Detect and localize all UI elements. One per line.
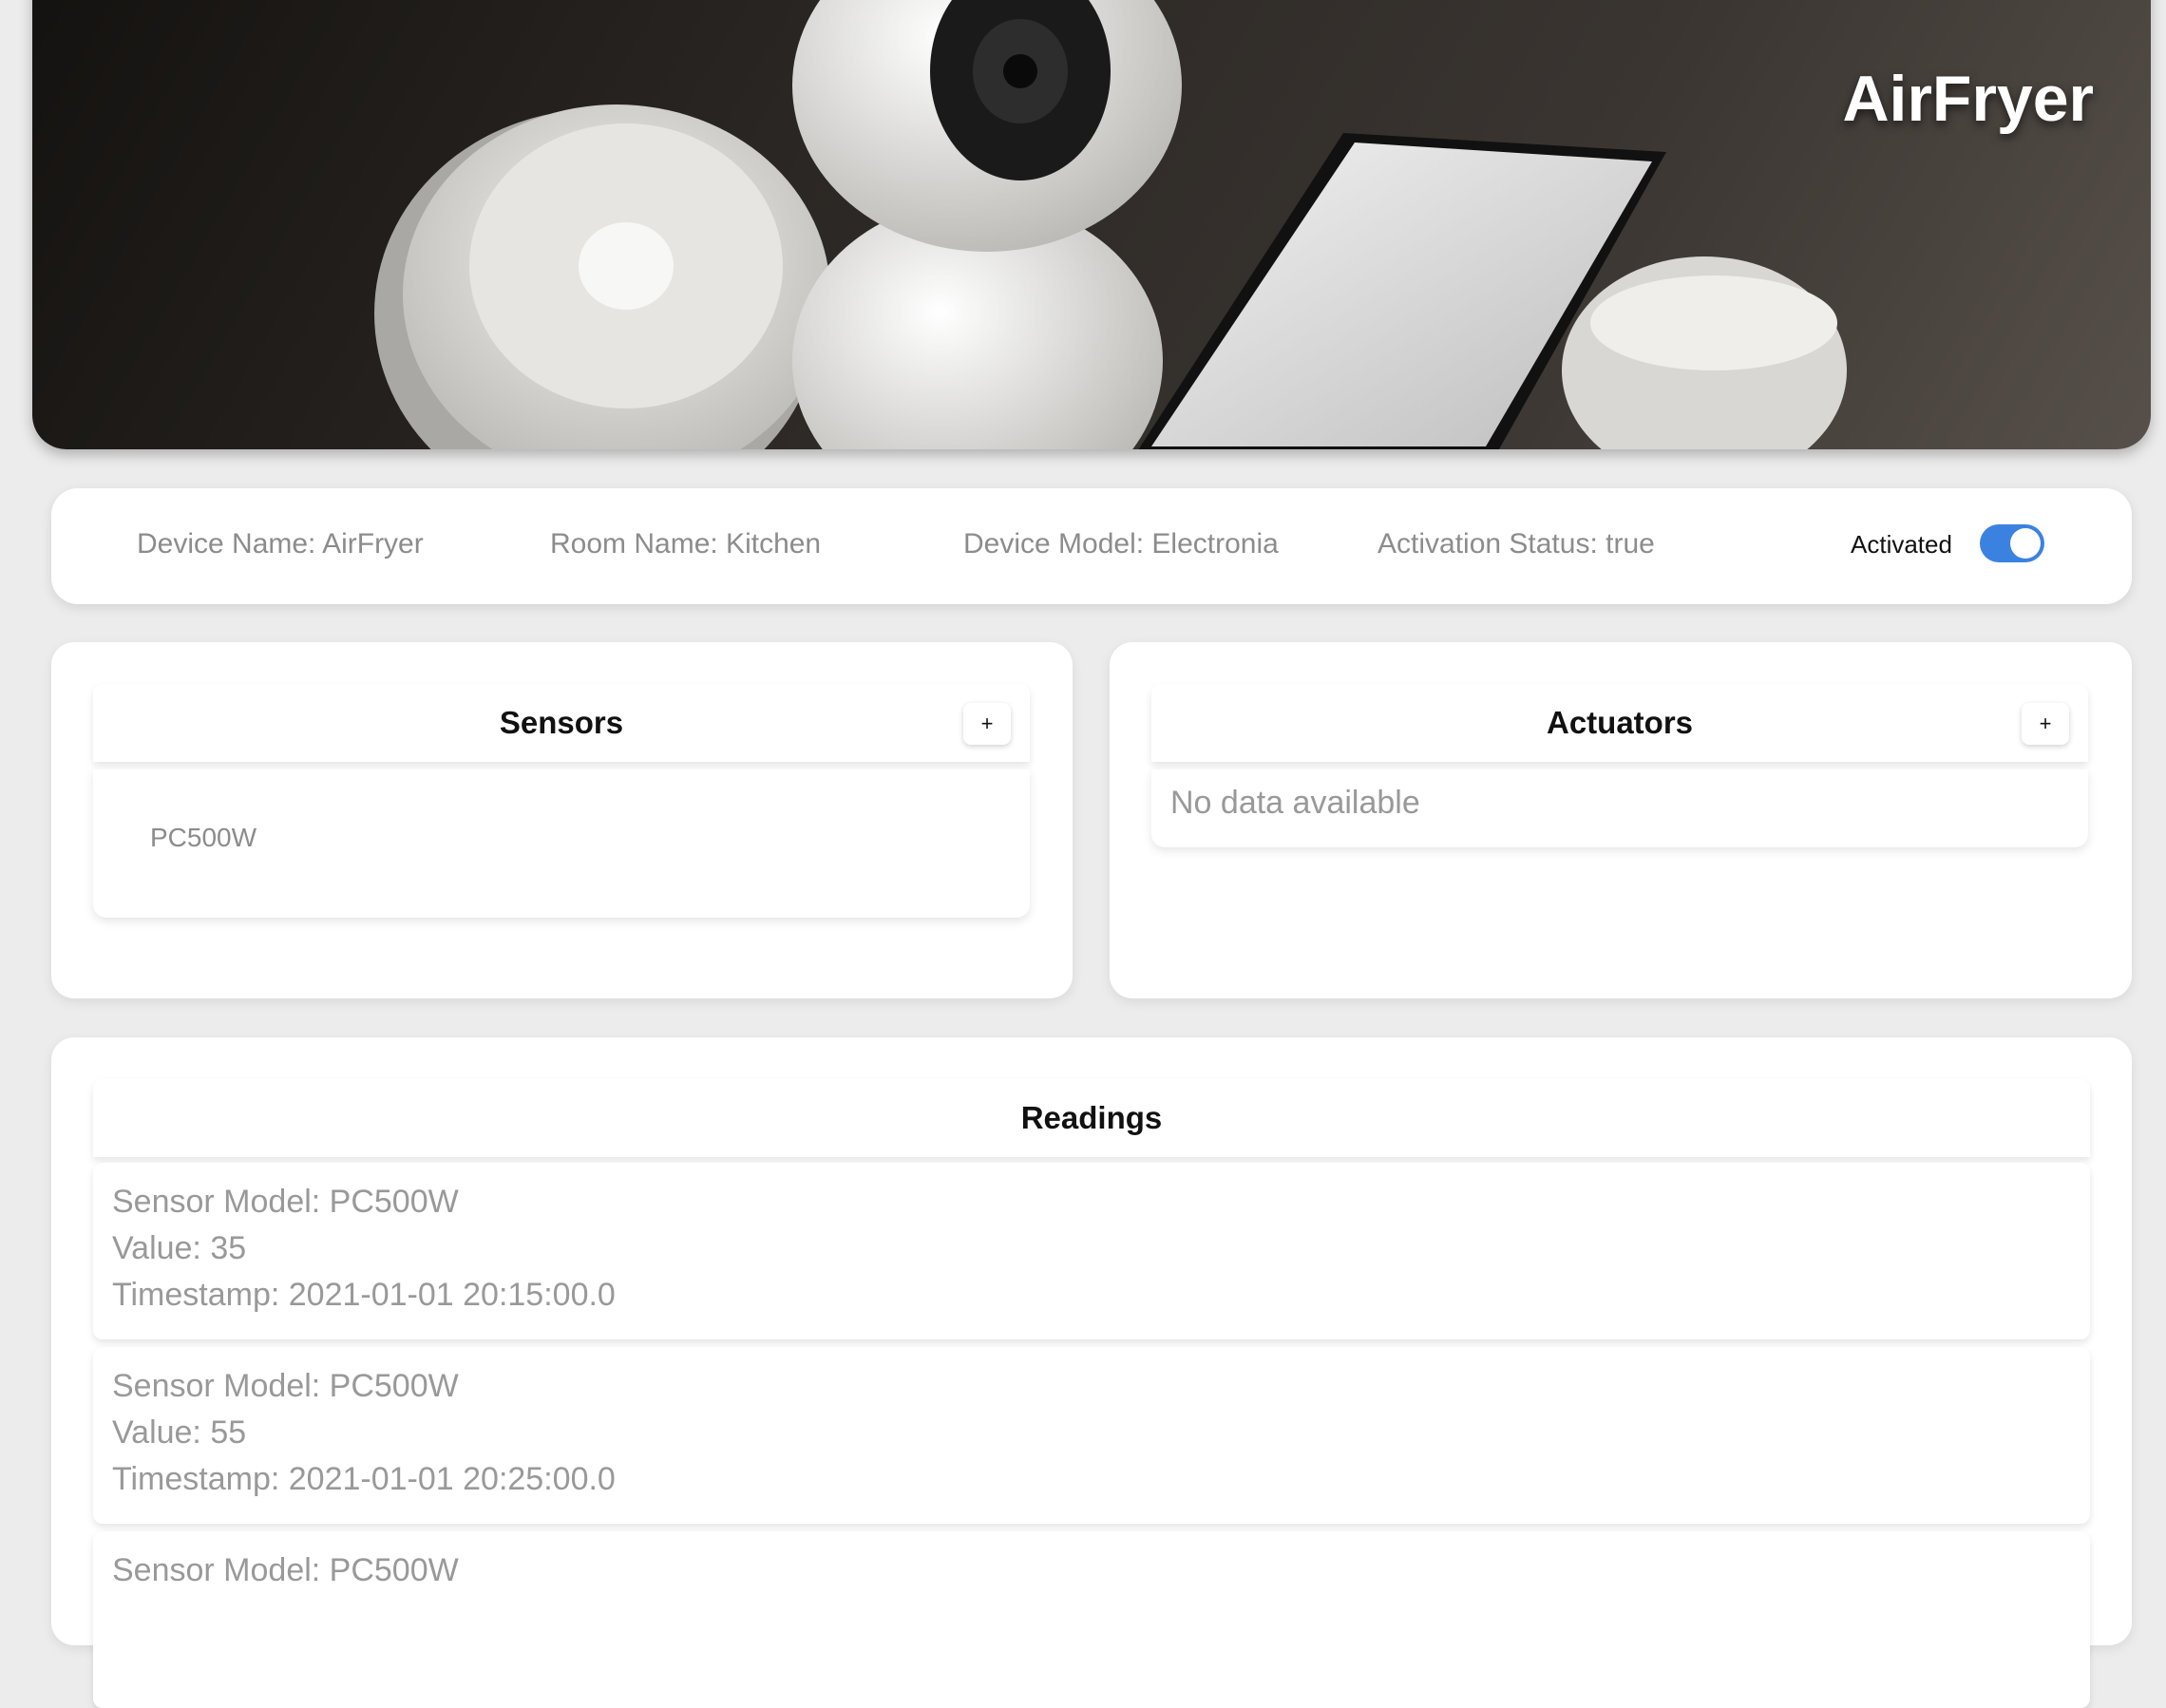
reading-item: Sensor Model: PC500W Value: 35 Timestamp… [93,1163,2090,1339]
device-title: AirFryer [1842,63,2094,135]
hero-image [374,0,1847,449]
activation-status-text: Activation Status: true [1378,528,1655,560]
actuators-title: Actuators [1546,705,1694,740]
reading-timestamp: Timestamp: 2021-01-01 20:15:00.0 [112,1277,616,1313]
add-actuator-button[interactable]: + [2022,703,2069,745]
reading-sensor-model: Sensor Model: PC500W [112,1184,459,1220]
actuators-card: Actuators + No data available [1110,642,2132,998]
sensors-list: PC500W [93,769,1030,918]
room-name-text: Room Name: Kitchen [550,528,822,560]
readings-title: Readings [1020,1100,1163,1135]
device-name-text: Device Name: AirFryer [137,528,424,560]
sensors-title: Sensors [499,705,624,740]
actuators-list: No data available [1151,769,2088,847]
reading-sensor-model: Sensor Model: PC500W [112,1368,459,1404]
readings-header: Readings [93,1079,2090,1157]
no-data-text: No data available [1170,785,1420,821]
reading-item: Sensor Model: PC500W [93,1531,2090,1708]
hero-banner: AirFryer [32,0,2151,449]
reading-sensor-model: Sensor Model: PC500W [112,1552,459,1588]
toggle-knob [2010,528,2041,559]
sensor-item[interactable]: PC500W [150,823,256,853]
reading-timestamp: Timestamp: 2021-01-01 20:25:00.0 [112,1461,616,1497]
actuators-header: Actuators + [1151,684,2088,762]
reading-item: Sensor Model: PC500W Value: 55 Timestamp… [93,1347,2090,1524]
reading-value: Value: 35 [112,1230,247,1266]
sensors-card: Sensors + PC500W [51,642,1073,998]
sensors-header: Sensors + [93,684,1030,762]
device-model-text: Device Model: Electronia [963,528,1279,560]
activation-toggle[interactable] [1980,524,2044,562]
device-info-bar: Device Name: AirFryer Room Name: Kitchen… [51,488,2132,604]
reading-value: Value: 55 [112,1414,247,1451]
add-sensor-button[interactable]: + [963,703,1011,745]
toggle-label: Activated [1851,530,1952,559]
